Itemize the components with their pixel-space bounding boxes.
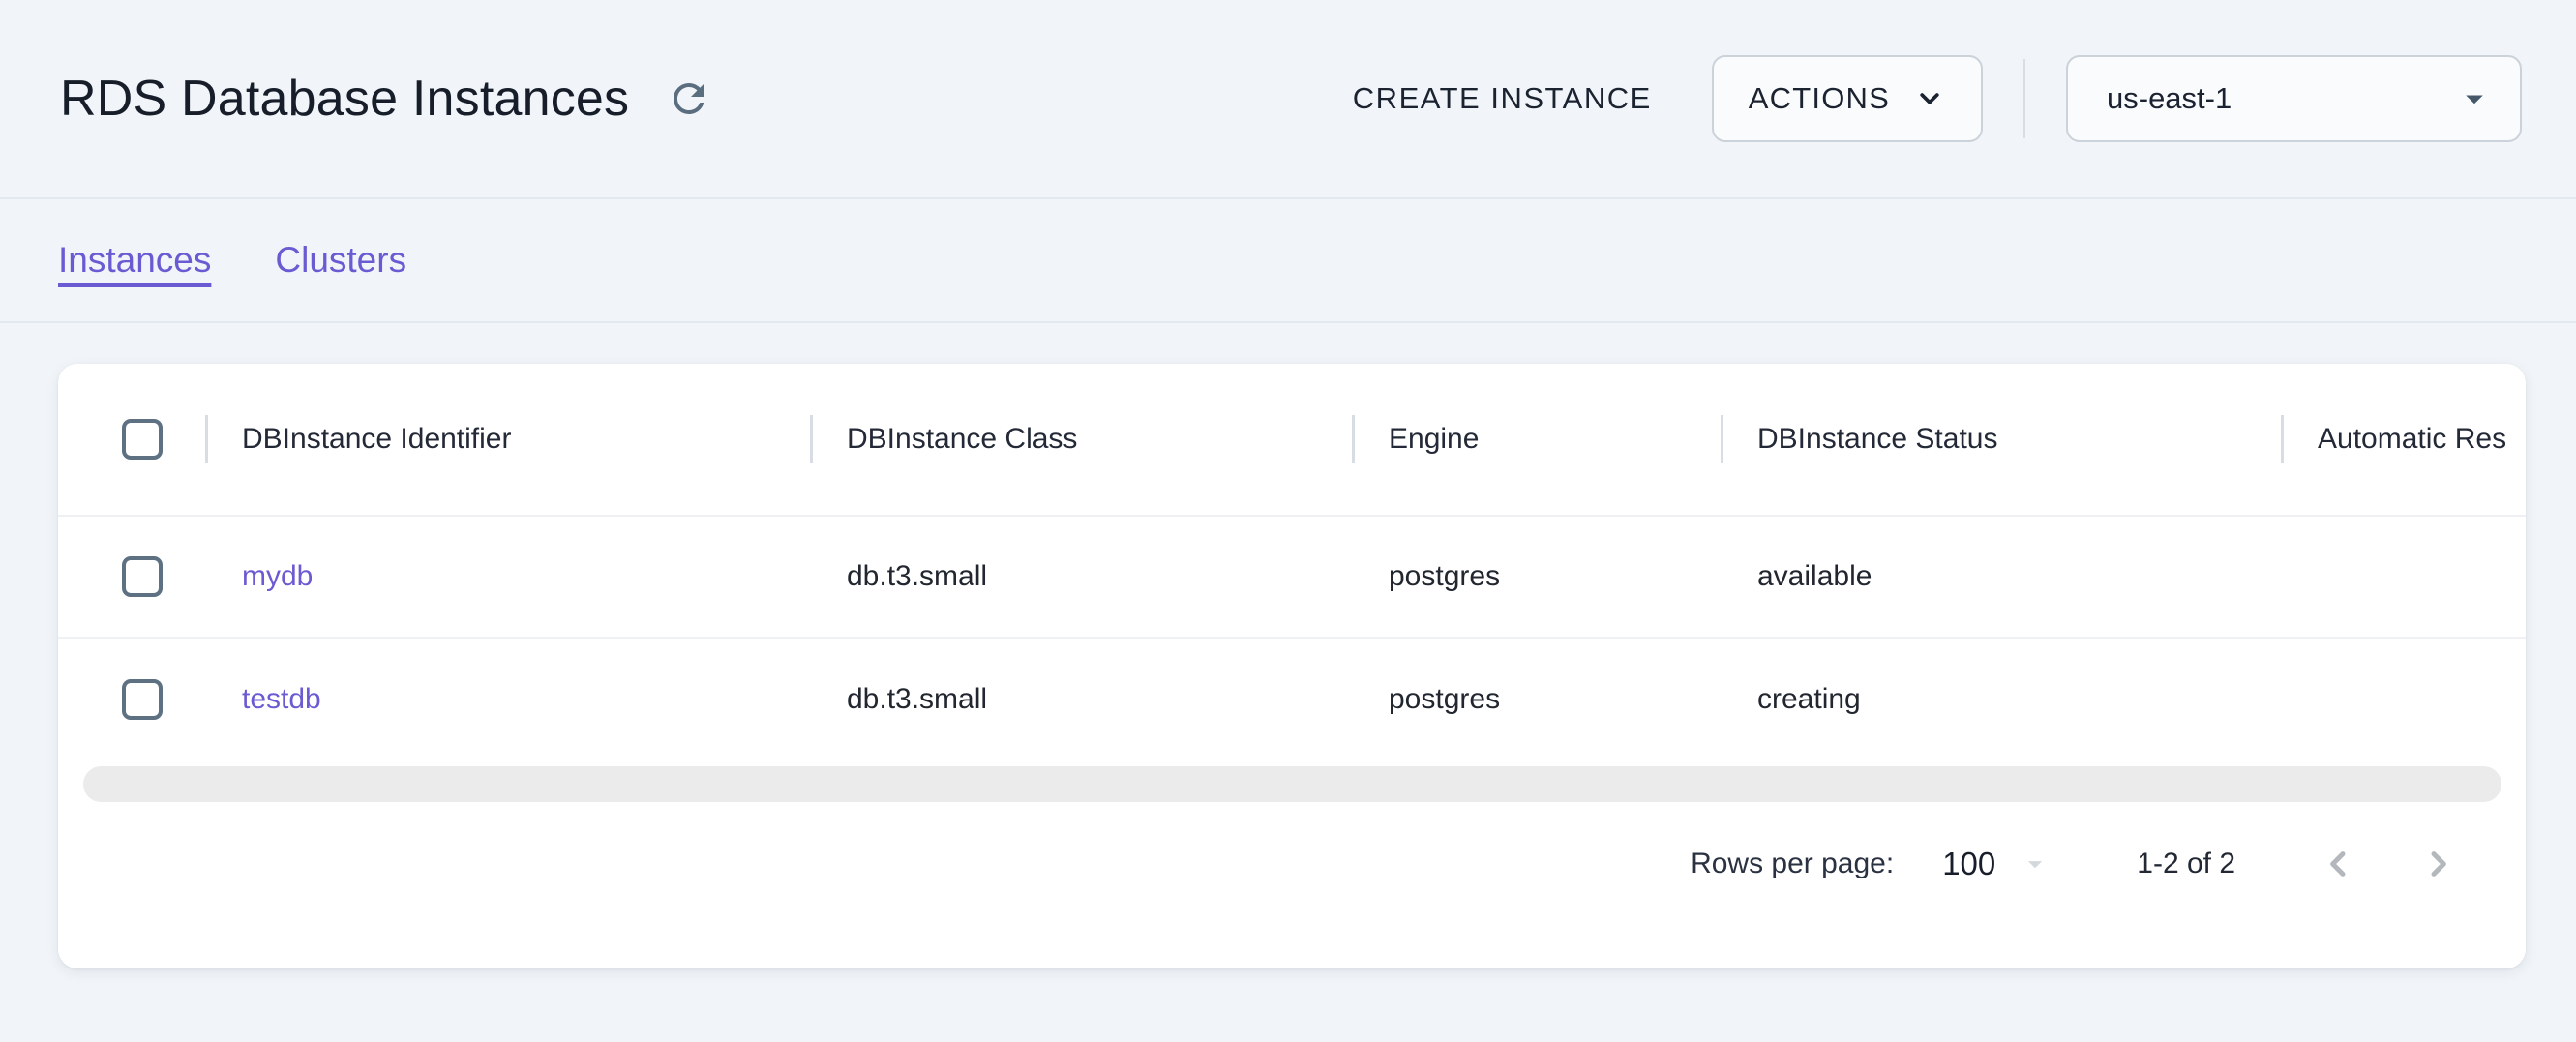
refresh-icon xyxy=(666,75,712,122)
chevron-right-icon xyxy=(2416,842,2461,886)
cell-engine: postgres xyxy=(1352,683,1721,716)
cell-dbinstance-status: creating xyxy=(1721,683,2281,716)
column-header-automatic-res: Automatic Res xyxy=(2281,423,2526,456)
instance-link[interactable]: mydb xyxy=(242,560,313,592)
instances-table-card: DBInstance Identifier DBInstance Class E… xyxy=(58,364,2526,968)
caret-down-icon xyxy=(2019,848,2052,880)
horizontal-scrollbar-thumb[interactable] xyxy=(83,766,2501,802)
cell-dbinstance-class: db.t3.small xyxy=(810,560,1352,593)
page-range-label: 1-2 of 2 xyxy=(2137,848,2235,880)
header-divider xyxy=(2023,59,2025,138)
column-header-dbinstance-class: DBInstance Class xyxy=(810,423,1352,456)
title-group: RDS Database Instances xyxy=(60,70,716,128)
tab-clusters[interactable]: Clusters xyxy=(275,240,406,281)
rows-per-page-label: Rows per page: xyxy=(1691,848,1894,880)
pagination-bar: Rows per page: 100 1-2 of 2 xyxy=(58,841,2526,887)
chevron-down-icon xyxy=(1913,82,1946,115)
previous-page-button[interactable] xyxy=(2315,841,2361,887)
next-page-button[interactable] xyxy=(2415,841,2462,887)
table-row: testdb db.t3.small postgres creating xyxy=(58,639,2526,760)
table-header-row: DBInstance Identifier DBInstance Class E… xyxy=(58,364,2526,517)
rows-per-page-value: 100 xyxy=(1942,846,1995,882)
column-header-engine: Engine xyxy=(1352,423,1721,456)
tab-instances[interactable]: Instances xyxy=(58,240,211,281)
region-select-value: us-east-1 xyxy=(2107,81,2232,116)
rows-per-page-select[interactable]: 100 xyxy=(1942,846,2052,882)
region-select[interactable]: us-east-1 xyxy=(2066,55,2522,142)
page-title: RDS Database Instances xyxy=(60,70,629,128)
cell-dbinstance-status: available xyxy=(1721,560,2281,593)
instance-link[interactable]: testdb xyxy=(242,683,321,715)
actions-button-label: ACTIONS xyxy=(1749,81,1890,116)
row-checkbox[interactable] xyxy=(122,556,163,597)
caret-down-icon xyxy=(2454,78,2495,119)
app-header: RDS Database Instances CREATE INSTANCE A… xyxy=(0,0,2576,199)
cell-dbinstance-class: db.t3.small xyxy=(810,683,1352,716)
cell-engine: postgres xyxy=(1352,560,1721,593)
column-header-dbinstance-status: DBInstance Status xyxy=(1721,423,2281,456)
column-header-dbinstance-identifier: DBInstance Identifier xyxy=(205,423,810,456)
select-all-checkbox[interactable] xyxy=(122,419,163,460)
chevron-left-icon xyxy=(2316,842,2360,886)
tab-bar: Instances Clusters xyxy=(0,199,2576,323)
row-checkbox[interactable] xyxy=(122,679,163,720)
table-row: mydb db.t3.small postgres available xyxy=(58,517,2526,639)
header-actions: CREATE INSTANCE ACTIONS us-east-1 xyxy=(1349,55,2522,142)
refresh-button[interactable] xyxy=(662,72,716,126)
create-instance-button[interactable]: CREATE INSTANCE xyxy=(1349,72,1656,126)
actions-button[interactable]: ACTIONS xyxy=(1712,55,1983,142)
